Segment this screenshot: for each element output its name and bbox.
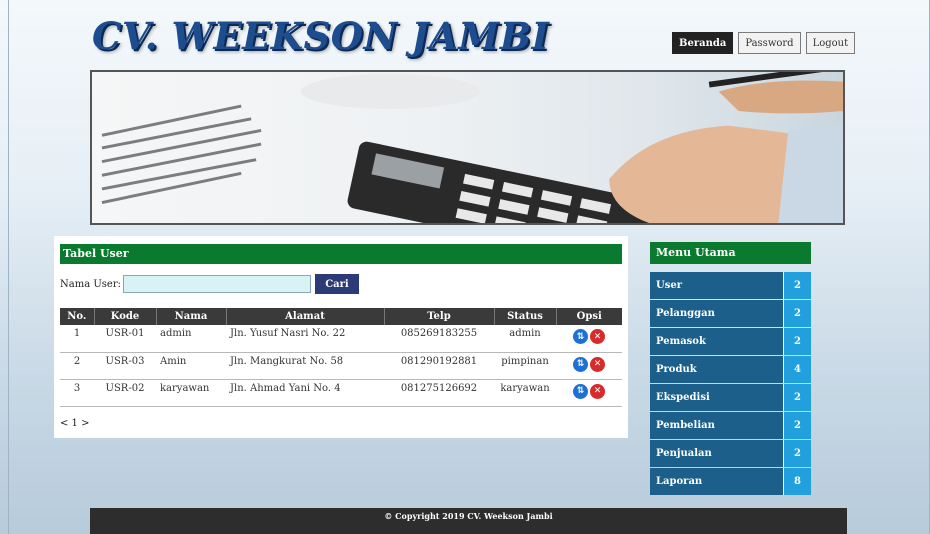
column-header: Nama: [156, 308, 227, 325]
cell-nama: admin: [156, 325, 226, 353]
cell-telp: 081290192881: [384, 352, 494, 380]
count-badge: 2: [784, 328, 811, 355]
search-button[interactable]: Cari: [314, 274, 359, 294]
cell-telp: 085269183255: [384, 325, 494, 353]
count-badge: 2: [784, 300, 811, 327]
pagination[interactable]: < 1 >: [60, 418, 89, 429]
sidebar-item-label: User: [650, 272, 784, 299]
cell-no: 2: [60, 352, 94, 380]
column-header: No.: [60, 308, 95, 325]
sidebar-item-label: Pembelian: [650, 412, 784, 439]
sidebar-item-label: Penjualan: [650, 440, 784, 467]
cell-kode: USR-03: [94, 352, 156, 380]
panel-title: Tabel User: [60, 244, 622, 264]
swap-arrows-icon[interactable]: ⇅: [573, 356, 588, 372]
cell-kode: USR-01: [94, 325, 156, 353]
swap-arrows-icon[interactable]: ⇅: [573, 329, 588, 344]
cell-status: karyawan: [494, 379, 556, 407]
sidebar-item-user[interactable]: User 2: [650, 272, 811, 299]
count-badge: 2: [784, 440, 811, 467]
cell-alamat: Jln. Yusuf Nasri No. 22: [226, 325, 384, 353]
header-banner-image: [90, 70, 845, 225]
table-row: 1 USR-01 admin Jln. Yusuf Nasri No. 22 0…: [60, 325, 622, 353]
cell-no: 1: [60, 325, 94, 353]
count-badge: 2: [784, 412, 811, 439]
column-header: Status: [494, 308, 557, 325]
column-header: Opsi: [556, 308, 622, 325]
sidebar-item-label: Ekspedisi: [650, 384, 784, 411]
user-table-panel: Tabel User Nama User: Cari No. Kode Nama…: [54, 236, 628, 438]
table-row: 3 USR-02 karyawan Jln. Ahmad Yani No. 4 …: [60, 379, 622, 407]
close-circle-icon[interactable]: ✕: [590, 383, 605, 399]
cell-alamat: Jln. Ahmad Yani No. 4: [226, 379, 384, 407]
cell-opsi: ⇅ ✕: [556, 325, 622, 353]
table-header-row: No. Kode Nama Alamat Telp Status Opsi: [60, 308, 622, 325]
close-circle-icon[interactable]: ✕: [590, 356, 605, 372]
cell-status: admin: [494, 325, 556, 353]
search-input[interactable]: [122, 275, 311, 293]
cell-opsi: ⇅ ✕: [556, 379, 622, 407]
count-badge: 8: [784, 468, 811, 495]
footer-copyright: © Copyright 2019 CV. Weekson Jambi: [90, 508, 847, 534]
cell-nama: Amin: [156, 352, 226, 380]
sidebar-item-label: Pemasok: [650, 328, 784, 355]
column-header: Alamat: [226, 308, 385, 325]
swap-arrows-icon[interactable]: ⇅: [573, 383, 588, 399]
nav-logout-button[interactable]: Logout: [805, 32, 856, 54]
nav-password-button[interactable]: Password: [738, 32, 801, 54]
column-header: Telp: [384, 308, 495, 325]
sidebar-item-label: Pelanggan: [650, 300, 784, 327]
nav-beranda-button[interactable]: Beranda: [672, 32, 734, 54]
cell-opsi: ⇅ ✕: [556, 352, 622, 380]
column-header: Kode: [94, 308, 157, 325]
count-badge: 2: [784, 384, 811, 411]
user-table: No. Kode Nama Alamat Telp Status Opsi 1 …: [60, 308, 622, 407]
search-label: Nama User:: [60, 278, 121, 290]
sidebar-item-pelanggan[interactable]: Pelanggan 2: [650, 300, 811, 327]
cell-no: 3: [60, 379, 94, 407]
sidebar-item-label: Laporan: [650, 468, 784, 495]
count-badge: 4: [784, 356, 811, 383]
site-title: CV. WEEKSON JAMBI: [92, 14, 550, 58]
sidebar-item-pemasok[interactable]: Pemasok 2: [650, 328, 811, 355]
sidebar-title: Menu Utama: [650, 242, 811, 264]
sidebar-item-ekspedisi[interactable]: Ekspedisi 2: [650, 384, 811, 411]
sidebar-item-laporan[interactable]: Laporan 8: [650, 468, 811, 495]
table-row: 2 USR-03 Amin Jln. Mangkurat No. 58 0812…: [60, 352, 622, 380]
cell-kode: USR-02: [94, 379, 156, 407]
sidebar-item-pembelian[interactable]: Pembelian 2: [650, 412, 811, 439]
cell-nama: karyawan: [156, 379, 226, 407]
sidebar-item-label: Produk: [650, 356, 784, 383]
cell-telp: 081275126692: [384, 379, 494, 407]
sidebar-item-produk[interactable]: Produk 4: [650, 356, 811, 383]
cell-alamat: Jln. Mangkurat No. 58: [226, 352, 384, 380]
close-circle-icon[interactable]: ✕: [590, 329, 605, 344]
search-row: Nama User: Cari: [60, 274, 359, 294]
cell-status: pimpinan: [494, 352, 556, 380]
sidebar-item-penjualan[interactable]: Penjualan 2: [650, 440, 811, 467]
count-badge: 2: [784, 272, 811, 299]
sidebar-menu: User 2 Pelanggan 2 Pemasok 2 Produk 4 Ek…: [650, 272, 811, 496]
top-nav: Beranda Password Logout: [672, 32, 856, 54]
